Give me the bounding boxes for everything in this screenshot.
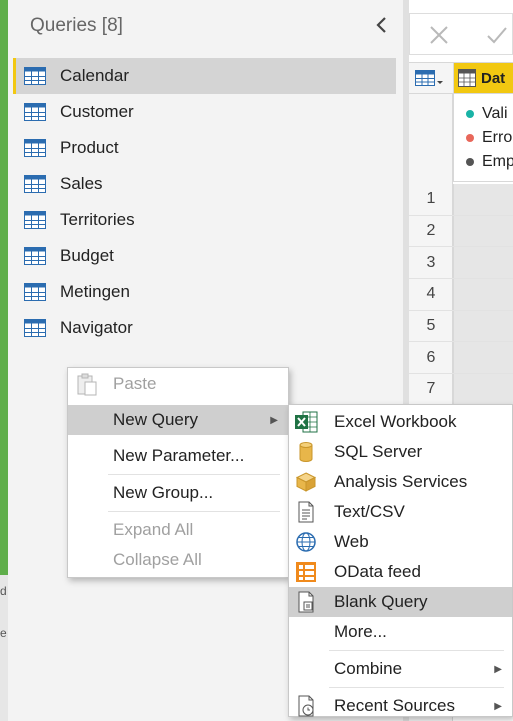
table-row[interactable]: 6 bbox=[409, 342, 513, 375]
query-item-customer[interactable]: Customer bbox=[13, 94, 396, 130]
column-name: Dat bbox=[481, 69, 506, 87]
menu-item-odata-feed[interactable]: OData feed bbox=[289, 557, 512, 587]
paste-icon bbox=[77, 373, 97, 396]
query-label: Navigator bbox=[60, 318, 133, 337]
menu-item-analysis-services[interactable]: Analysis Services bbox=[289, 467, 512, 497]
cube-icon bbox=[295, 472, 317, 492]
query-label: Calendar bbox=[60, 66, 129, 85]
menu-item-recent-sources[interactable]: Recent Sources ▶ bbox=[289, 691, 512, 721]
submenu-arrow-icon: ▶ bbox=[270, 414, 278, 426]
quality-empty: Emp bbox=[454, 150, 513, 174]
table-icon bbox=[24, 175, 46, 193]
blank-query-icon bbox=[298, 591, 314, 613]
menu-item-blank-query[interactable]: Blank Query bbox=[289, 587, 512, 617]
menu-item-combine[interactable]: Combine ▶ bbox=[289, 654, 512, 684]
query-label: Customer bbox=[60, 102, 134, 121]
query-list: Calendar Customer Product Sales Territor… bbox=[13, 58, 396, 346]
menu-separator bbox=[329, 650, 504, 651]
query-label: Sales bbox=[60, 174, 103, 193]
collapse-pane-button[interactable] bbox=[370, 12, 394, 38]
table-icon bbox=[24, 139, 46, 157]
table-row[interactable]: 7 bbox=[409, 374, 513, 406]
menu-item-new-parameter[interactable]: New Parameter... bbox=[68, 441, 288, 471]
menu-item-collapse-all[interactable]: Collapse All bbox=[68, 545, 288, 575]
query-item-product[interactable]: Product bbox=[13, 130, 396, 166]
queries-pane-title: Queries [8] bbox=[30, 15, 123, 36]
left-edge-strip: d e bbox=[0, 0, 8, 721]
menu-item-web[interactable]: Web bbox=[289, 527, 512, 557]
menu-item-paste[interactable]: Paste bbox=[68, 369, 288, 399]
formula-bar bbox=[409, 13, 513, 55]
query-label: Metingen bbox=[60, 282, 130, 301]
table-row[interactable]: 5 bbox=[409, 310, 513, 343]
confirm-formula-icon[interactable] bbox=[485, 24, 509, 46]
column-quality: Vali Erro Emp bbox=[453, 94, 513, 182]
table-icon bbox=[24, 67, 46, 85]
cancel-formula-icon[interactable] bbox=[428, 24, 450, 46]
table-icon bbox=[24, 283, 46, 301]
table-row[interactable]: 4 bbox=[409, 279, 513, 311]
menu-item-expand-all[interactable]: Expand All bbox=[68, 515, 288, 545]
menu-item-sql-server[interactable]: SQL Server bbox=[289, 437, 512, 467]
strip-letter: d bbox=[0, 584, 7, 598]
submenu-arrow-icon: ▶ bbox=[494, 663, 502, 675]
query-item-navigator[interactable]: Navigator bbox=[13, 310, 396, 346]
calendar-type-icon bbox=[458, 69, 476, 87]
text-file-icon bbox=[298, 501, 314, 523]
column-header-date[interactable]: Dat bbox=[453, 63, 513, 93]
query-label: Product bbox=[60, 138, 119, 157]
menu-separator bbox=[108, 474, 280, 475]
globe-icon bbox=[296, 532, 316, 552]
query-item-sales[interactable]: Sales bbox=[13, 166, 396, 202]
table-row[interactable]: 3 bbox=[409, 247, 513, 280]
query-item-metingen[interactable]: Metingen bbox=[13, 274, 396, 310]
excel-icon bbox=[295, 411, 318, 433]
submenu-arrow-icon: ▶ bbox=[494, 700, 502, 712]
table-icon bbox=[24, 211, 46, 229]
table-icon bbox=[24, 319, 46, 337]
menu-separator bbox=[329, 687, 504, 688]
database-icon bbox=[299, 442, 313, 462]
query-item-territories[interactable]: Territories bbox=[13, 202, 396, 238]
menu-item-more[interactable]: More... bbox=[289, 617, 512, 647]
menu-separator bbox=[108, 511, 280, 512]
table-row[interactable]: 2 bbox=[409, 215, 513, 248]
quality-valid: Vali bbox=[454, 102, 513, 126]
grid-header-row: Dat bbox=[409, 62, 513, 94]
odata-icon bbox=[296, 562, 316, 582]
table-icon bbox=[24, 103, 46, 121]
recent-sources-icon bbox=[298, 695, 314, 717]
menu-item-new-group[interactable]: New Group... bbox=[68, 478, 288, 508]
strip-letter: e bbox=[0, 626, 7, 640]
chevron-left-icon bbox=[376, 17, 386, 33]
menu-item-text-csv[interactable]: Text/CSV bbox=[289, 497, 512, 527]
new-query-submenu: Excel Workbook SQL Server Analysis Servi… bbox=[288, 404, 513, 717]
query-item-calendar[interactable]: Calendar bbox=[13, 58, 396, 94]
table-row[interactable]: 1 bbox=[409, 184, 513, 216]
grid-rows: 1 2 3 4 5 6 7 bbox=[409, 184, 513, 406]
query-label: Territories bbox=[60, 210, 135, 229]
quality-error: Erro bbox=[454, 126, 513, 150]
query-item-budget[interactable]: Budget bbox=[13, 238, 396, 274]
queries-context-menu: Paste New Query ▶ New Parameter... New G… bbox=[67, 367, 289, 578]
menu-item-new-query[interactable]: New Query ▶ bbox=[68, 405, 288, 435]
query-label: Budget bbox=[60, 246, 114, 265]
table-menu-icon[interactable] bbox=[415, 69, 445, 89]
table-icon bbox=[24, 247, 46, 265]
menu-item-excel-workbook[interactable]: Excel Workbook bbox=[289, 407, 512, 437]
